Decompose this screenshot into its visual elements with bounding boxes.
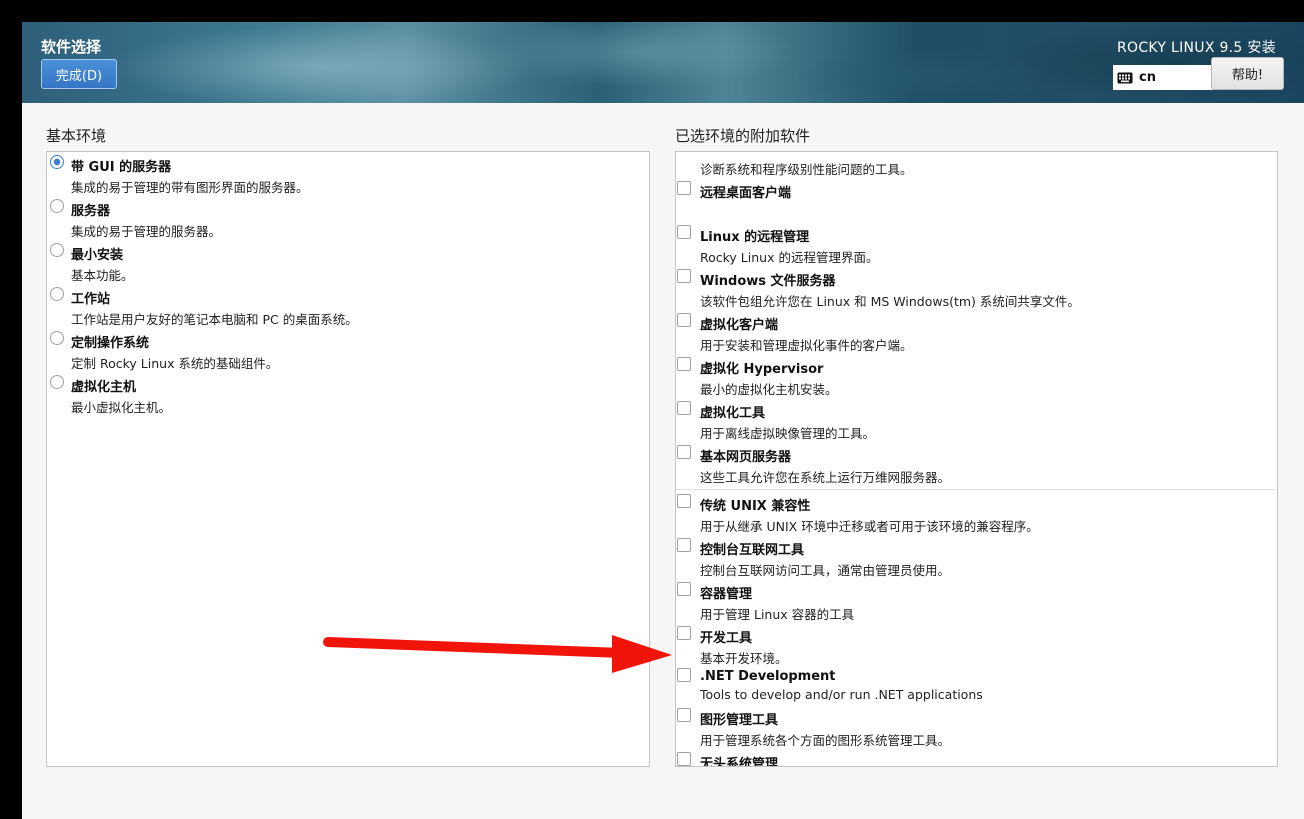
addon-checkbox[interactable] — [677, 626, 691, 640]
env-item-desc: 定制 Rocky Linux 系统的基础组件。 — [71, 356, 279, 371]
addon-checkbox[interactable] — [677, 313, 691, 327]
env-item-minimal[interactable]: 最小安装 基本功能。 — [47, 240, 649, 284]
env-item-virtualization-host[interactable]: 虚拟化主机 最小虚拟化主机。 — [47, 372, 649, 416]
env-radio[interactable] — [50, 287, 64, 301]
env-item-desc: 工作站是用户友好的笔记本电脑和 PC 的桌面系统。 — [71, 312, 358, 327]
base-environment-list: 带 GUI 的服务器 集成的易于管理的带有图形界面的服务器。 服务器 集成的易于… — [46, 151, 650, 767]
addon-item-console-internet-tools[interactable]: 控制台互联网工具 控制台互联网访问工具，通常由管理员使用。 — [676, 535, 1277, 579]
env-radio[interactable] — [50, 331, 64, 345]
env-radio[interactable] — [50, 375, 64, 389]
addon-item-name: 开发工具 — [700, 631, 753, 646]
env-item-desc: 集成的易于管理的带有图形界面的服务器。 — [71, 180, 309, 195]
header-bar: 软件选择 完成(D) ROCKY LINUX 9.5 安装 cn 帮助! — [22, 22, 1304, 103]
addons-list[interactable]: 诊断系统和程序级别性能问题的工具。 远程桌面客户端 Linux 的远程管理 Ro… — [675, 151, 1278, 767]
help-button[interactable]: 帮助! — [1211, 57, 1284, 90]
addon-item-windows-file-server[interactable]: Windows 文件服务器 该软件包组允许您在 Linux 和 MS Windo… — [676, 266, 1277, 310]
env-item-desc: 集成的易于管理的服务器。 — [71, 224, 222, 239]
done-button[interactable]: 完成(D) — [41, 59, 117, 89]
addon-item-linux-remote-management[interactable]: Linux 的远程管理 Rocky Linux 的远程管理界面。 — [676, 222, 1277, 266]
addon-item-desc: 用于离线虚拟映像管理的工具。 — [700, 426, 876, 441]
addon-item-dotnet-development[interactable]: .NET Development Tools to develop and/or… — [676, 665, 1277, 709]
env-radio[interactable] — [50, 155, 64, 169]
base-environment-heading: 基本环境 — [46, 127, 107, 145]
env-item-server-gui[interactable]: 带 GUI 的服务器 集成的易于管理的带有图形界面的服务器。 — [47, 152, 649, 196]
addon-item-name: 远程桌面客户端 — [700, 186, 792, 201]
addon-item-name: 虚拟化客户端 — [700, 318, 779, 333]
addon-item-virtualization-tools[interactable]: 虚拟化工具 用于离线虚拟映像管理的工具。 — [676, 398, 1277, 442]
addons-separator — [676, 489, 1276, 490]
env-item-custom-os[interactable]: 定制操作系统 定制 Rocky Linux 系统的基础组件。 — [47, 328, 649, 372]
addon-item-name: 虚拟化 Hypervisor — [700, 362, 824, 377]
env-item-server[interactable]: 服务器 集成的易于管理的服务器。 — [47, 196, 649, 240]
addon-checkbox[interactable] — [677, 401, 691, 415]
addons-heading: 已选环境的附加软件 — [675, 127, 811, 145]
env-item-name: 定制操作系统 — [71, 336, 150, 351]
env-radio[interactable] — [50, 199, 64, 213]
addon-checkbox[interactable] — [677, 752, 691, 766]
product-title: ROCKY LINUX 9.5 安装 — [1116, 40, 1276, 56]
env-item-name: 带 GUI 的服务器 — [71, 160, 172, 175]
addon-item-name: Windows 文件服务器 — [700, 274, 836, 289]
addon-checkbox[interactable] — [677, 269, 691, 283]
env-item-name: 服务器 — [71, 204, 111, 219]
addon-item-remote-desktop-clients[interactable]: 远程桌面客户端 — [676, 178, 1277, 222]
addon-item-desc: Rocky Linux 的远程管理界面。 — [700, 250, 879, 265]
addon-item-basic-web-server[interactable]: 基本网页服务器 这些工具允许您在系统上运行万维网服务器。 — [676, 442, 1277, 486]
addon-item-name: 控制台互联网工具 — [700, 543, 805, 558]
addon-item-name: 虚拟化工具 — [700, 406, 766, 421]
addon-checkbox[interactable] — [677, 668, 691, 682]
addon-item-desc: 用于安装和管理虚拟化事件的客户端。 — [700, 338, 913, 353]
keyboard-icon — [1117, 72, 1133, 83]
env-item-name: 最小安装 — [71, 248, 124, 263]
env-radio[interactable] — [50, 243, 64, 257]
addon-item-name: 图形管理工具 — [700, 713, 779, 728]
page-title: 软件选择 — [41, 38, 102, 56]
addon-checkbox[interactable] — [677, 181, 691, 195]
addon-item-desc: 用于管理 Linux 容器的工具 — [700, 607, 855, 622]
addon-partial-desc: 诊断系统和程序级别性能问题的工具。 — [700, 162, 913, 177]
addon-item-desc: 用于从继承 UNIX 环境中迁移或者可用于该环境的兼容程序。 — [700, 519, 1039, 534]
installer-window: 软件选择 完成(D) ROCKY LINUX 9.5 安装 cn 帮助! 基本环… — [0, 0, 1304, 819]
addon-item-name: 无头系统管理 — [700, 757, 779, 767]
env-item-desc: 最小虚拟化主机。 — [71, 400, 172, 415]
addon-item-desc: 这些工具允许您在系统上运行万维网服务器。 — [700, 470, 951, 485]
addon-item-name: 基本网页服务器 — [700, 450, 792, 465]
addon-item-name: 容器管理 — [700, 587, 753, 602]
addon-item-development-tools[interactable]: 开发工具 基本开发环境。 — [676, 623, 1277, 667]
env-item-name: 工作站 — [71, 292, 111, 307]
addon-item-graphical-admin-tools[interactable]: 图形管理工具 用于管理系统各个方面的图形系统管理工具。 — [676, 705, 1277, 749]
addon-item-desc: 控制台互联网访问工具，通常由管理员使用。 — [700, 563, 951, 578]
addon-item-name: .NET Development — [700, 669, 836, 684]
addon-item-virtualization-hypervisor[interactable]: 虚拟化 Hypervisor 最小的虚拟化主机安装。 — [676, 354, 1277, 398]
addon-checkbox[interactable] — [677, 538, 691, 552]
env-item-desc: 基本功能。 — [71, 268, 134, 283]
addon-item-container-management[interactable]: 容器管理 用于管理 Linux 容器的工具 — [676, 579, 1277, 623]
addon-item-desc: 最小的虚拟化主机安装。 — [700, 382, 838, 397]
keyboard-layout-indicator[interactable]: cn — [1113, 65, 1213, 90]
addon-checkbox[interactable] — [677, 225, 691, 239]
env-item-name: 虚拟化主机 — [71, 380, 137, 395]
addon-checkbox[interactable] — [677, 357, 691, 371]
addon-checkbox[interactable] — [677, 494, 691, 508]
addon-item-legacy-unix[interactable]: 传统 UNIX 兼容性 用于从继承 UNIX 环境中迁移或者可用于该环境的兼容程… — [676, 491, 1277, 535]
addon-item-headless-management[interactable]: 无头系统管理 — [676, 749, 1277, 767]
addon-checkbox[interactable] — [677, 708, 691, 722]
keyboard-layout-label: cn — [1139, 70, 1156, 85]
addon-item-virtualization-client[interactable]: 虚拟化客户端 用于安装和管理虚拟化事件的客户端。 — [676, 310, 1277, 354]
addon-item-name: Linux 的远程管理 — [700, 230, 810, 245]
addon-item-name: 传统 UNIX 兼容性 — [700, 499, 811, 514]
addon-item-desc: 用于管理系统各个方面的图形系统管理工具。 — [700, 733, 951, 748]
addon-checkbox[interactable] — [677, 445, 691, 459]
addon-checkbox[interactable] — [677, 582, 691, 596]
addon-item-desc: 该软件包组允许您在 Linux 和 MS Windows(tm) 系统间共享文件… — [700, 294, 1080, 309]
content-area: 基本环境 已选环境的附加软件 带 GUI 的服务器 集成的易于管理的带有图形界面… — [22, 103, 1304, 819]
addon-item-desc: Tools to develop and/or run .NET applica… — [700, 687, 983, 702]
env-item-workstation[interactable]: 工作站 工作站是用户友好的笔记本电脑和 PC 的桌面系统。 — [47, 284, 649, 328]
